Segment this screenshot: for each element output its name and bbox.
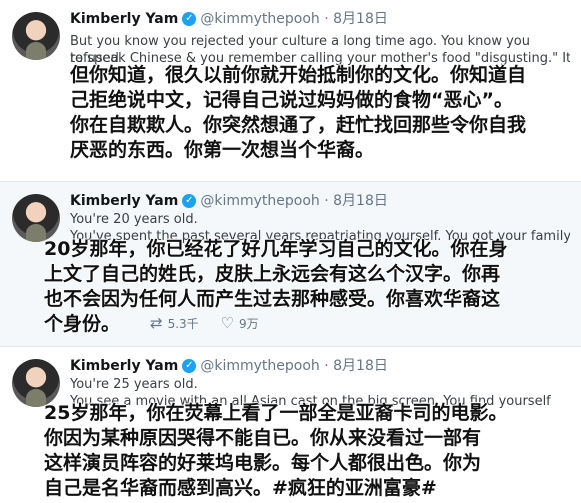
author-handle[interactable]: @kimmythepooh [200, 9, 319, 29]
author-handle[interactable]: @kimmythepooh [200, 191, 319, 211]
heart-icon: ♡ [220, 314, 234, 332]
chinese-caption-line: 也不会因为任何人而产生过去那种感受。你喜欢华裔这 [44, 288, 501, 310]
like-count: 9万 [238, 316, 259, 331]
tweet-header: Kimberly Yam ✓ @kimmythepooh · 8月18日 [70, 9, 388, 29]
retweet-count: 5.3千 [167, 316, 199, 331]
chinese-caption-line: 你因为某种原因哭得不能自已。你从来没看过一部有 [44, 427, 482, 449]
tweet-2[interactable]: Kimberly Yam ✓ @kimmythepooh · 8月18日 You'r… [0, 182, 581, 347]
verified-badge-icon: ✓ [182, 194, 197, 208]
verified-badge-icon: ✓ [182, 359, 197, 373]
avatar[interactable] [12, 12, 60, 60]
tweet-date[interactable]: 8月18日 [333, 9, 388, 29]
like-action[interactable]: ♡ 9万 [221, 314, 259, 332]
chinese-caption-line: 但你知道，很久以前你就开始抵制你的文化。你知道自 [70, 64, 527, 86]
retweet-action[interactable]: ⇄ 5.3千 [150, 314, 199, 332]
chinese-caption-line: 厌恶的东西。你第一次想当个华裔。 [70, 139, 375, 161]
tweet-date[interactable]: 8月18日 [333, 191, 388, 211]
tweet-header: Kimberly Yam ✓ @kimmythepooh · 8月18日 [70, 356, 388, 376]
separator-dot: · [324, 193, 329, 209]
chinese-caption-line: 己拒绝说中文，记得自己说过妈妈做的食物“恶心”。 [70, 89, 513, 111]
chinese-caption-line: 20岁那年，你已经花了好几年学习自己的文化。你在身 [44, 238, 508, 260]
author-handle[interactable]: @kimmythepooh [200, 356, 319, 376]
verified-badge-icon: ✓ [182, 12, 197, 26]
separator-dot: · [324, 11, 329, 27]
tweet-english-line: You're 20 years old. [70, 212, 198, 227]
tweet-english-line: You're 25 years old. [70, 377, 198, 392]
chinese-caption-line: 25岁那年，你在荧幕上看了一部全是亚裔卡司的电影。 [44, 402, 508, 424]
author-name[interactable]: Kimberly Yam [70, 356, 178, 376]
tweet-date[interactable]: 8月18日 [333, 356, 388, 376]
chinese-caption-line: 个身份。 [44, 313, 121, 335]
tweet-1[interactable]: Kimberly Yam ✓ @kimmythepooh · 8月18日 But y… [0, 0, 581, 182]
author-name[interactable]: Kimberly Yam [70, 191, 178, 211]
tweet-actions: ⇄ 5.3千 ♡ 9万 [150, 314, 277, 334]
avatar[interactable] [12, 359, 60, 407]
chinese-caption-line: 你在自欺欺人。你突然想通了，赶忙找回那些令你自我 [70, 114, 527, 136]
tweet-3[interactable]: Kimberly Yam ✓ @kimmythepooh · 8月18日 You'r… [0, 347, 581, 503]
avatar[interactable] [12, 194, 60, 242]
author-name[interactable]: Kimberly Yam [70, 9, 178, 29]
retweet-icon: ⇄ [150, 314, 163, 332]
tweet-header: Kimberly Yam ✓ @kimmythepooh · 8月18日 [70, 191, 388, 211]
chinese-caption-line: 上文了自己的姓氏，皮肤上永远会有这么个汉字。你再 [44, 263, 501, 285]
separator-dot: · [324, 358, 329, 374]
chinese-caption-line: 自己是名华裔而感到高兴。#疯狂的亚洲富豪# [44, 477, 437, 499]
chinese-caption-line: 这样演员阵容的好莱坞电影。每个人都很出色。你为 [44, 452, 482, 474]
